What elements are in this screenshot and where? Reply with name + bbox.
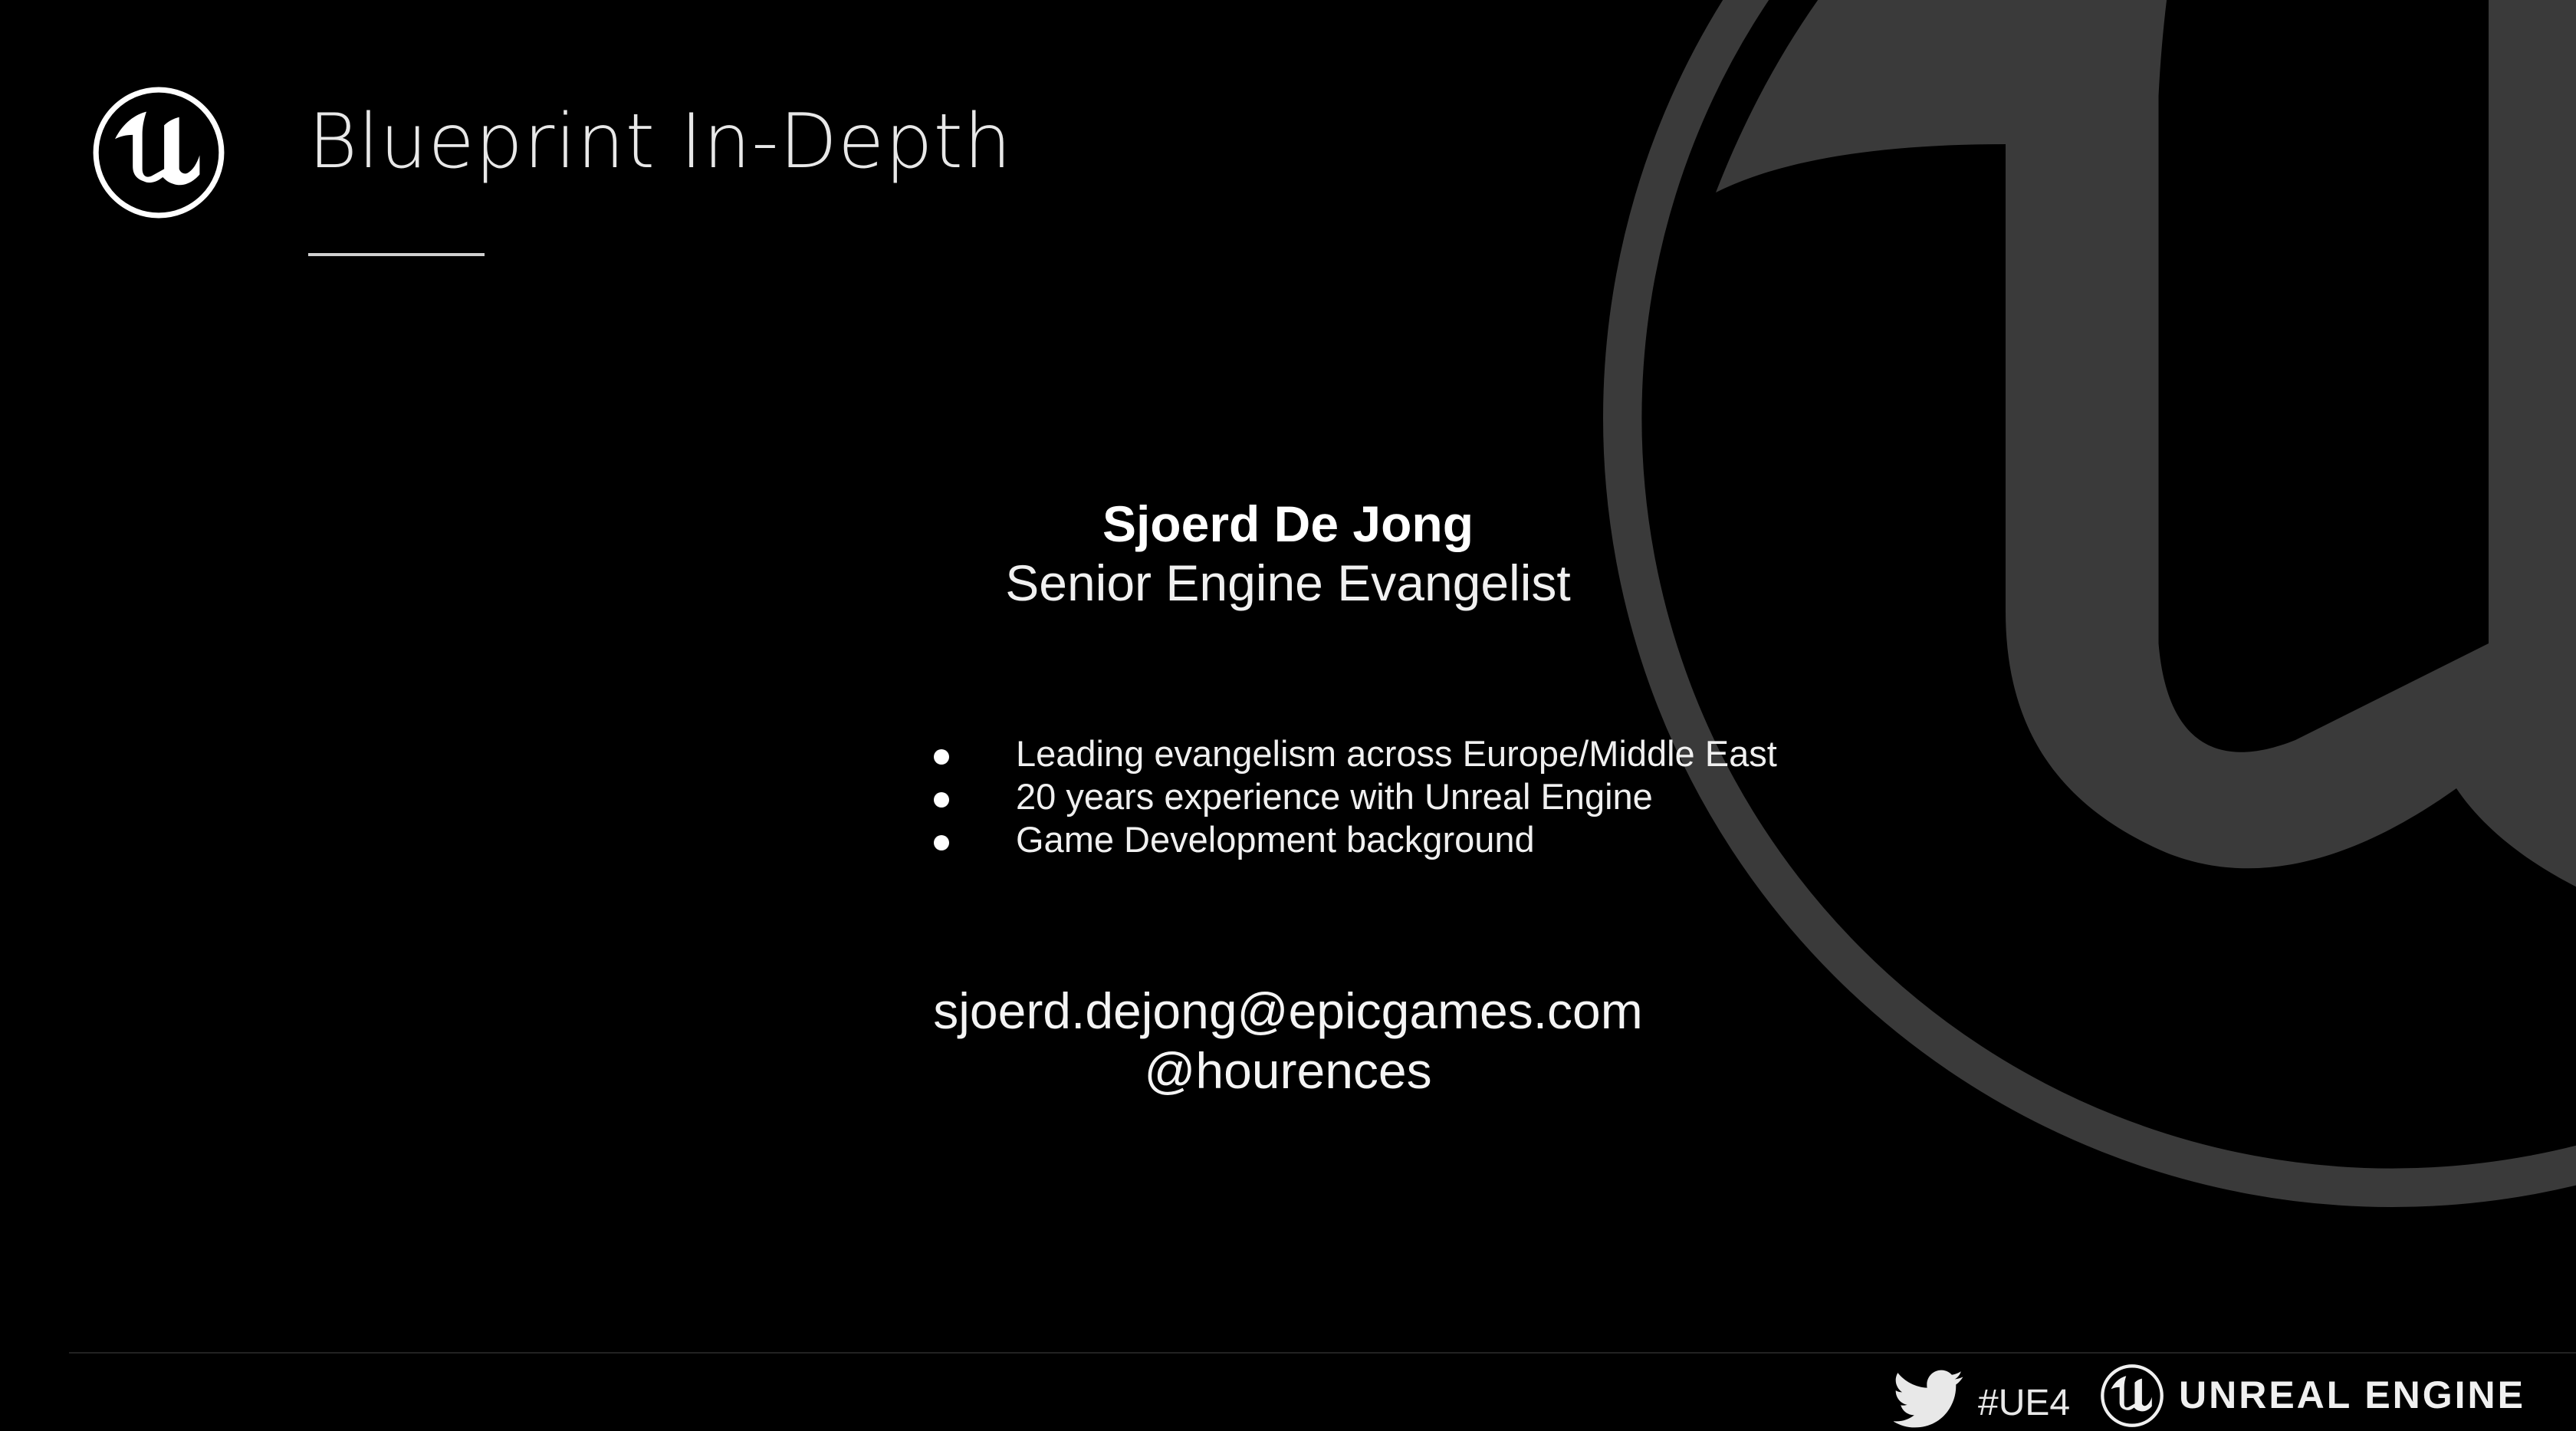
- footer-divider: [69, 1352, 2576, 1354]
- speaker-name: Sjoerd De Jong: [1102, 495, 1474, 552]
- presentation-slide: Blueprint In-Depth Sjoerd De Jong Senior…: [0, 0, 2576, 1431]
- twitter-handle: @hourences: [1144, 1042, 1432, 1099]
- bullet-item: Leading evangelism across Europe/Middle …: [932, 732, 1777, 775]
- bullet-item: 20 years experience with Unreal Engine: [932, 775, 1777, 818]
- contact-email: sjoerd.dejong@epicgames.com: [933, 982, 1643, 1039]
- twitter-bird-icon: [1894, 1370, 1963, 1428]
- footer-unreal-logo-icon: [2101, 1364, 2164, 1427]
- speaker-role: Senior Engine Evangelist: [1005, 554, 1571, 611]
- bullet-item: Game Development background: [932, 818, 1777, 861]
- footer-brand-wordmark: UNREAL ENGINE: [2179, 1373, 2526, 1416]
- unreal-engine-logo-icon: [93, 87, 225, 219]
- bullet-list: Leading evangelism across Europe/Middle …: [932, 732, 1777, 861]
- title-underline: [308, 253, 485, 256]
- slide-title: Blueprint In-Depth: [308, 98, 1013, 186]
- footer-hashtag: #UE4: [1978, 1383, 2071, 1423]
